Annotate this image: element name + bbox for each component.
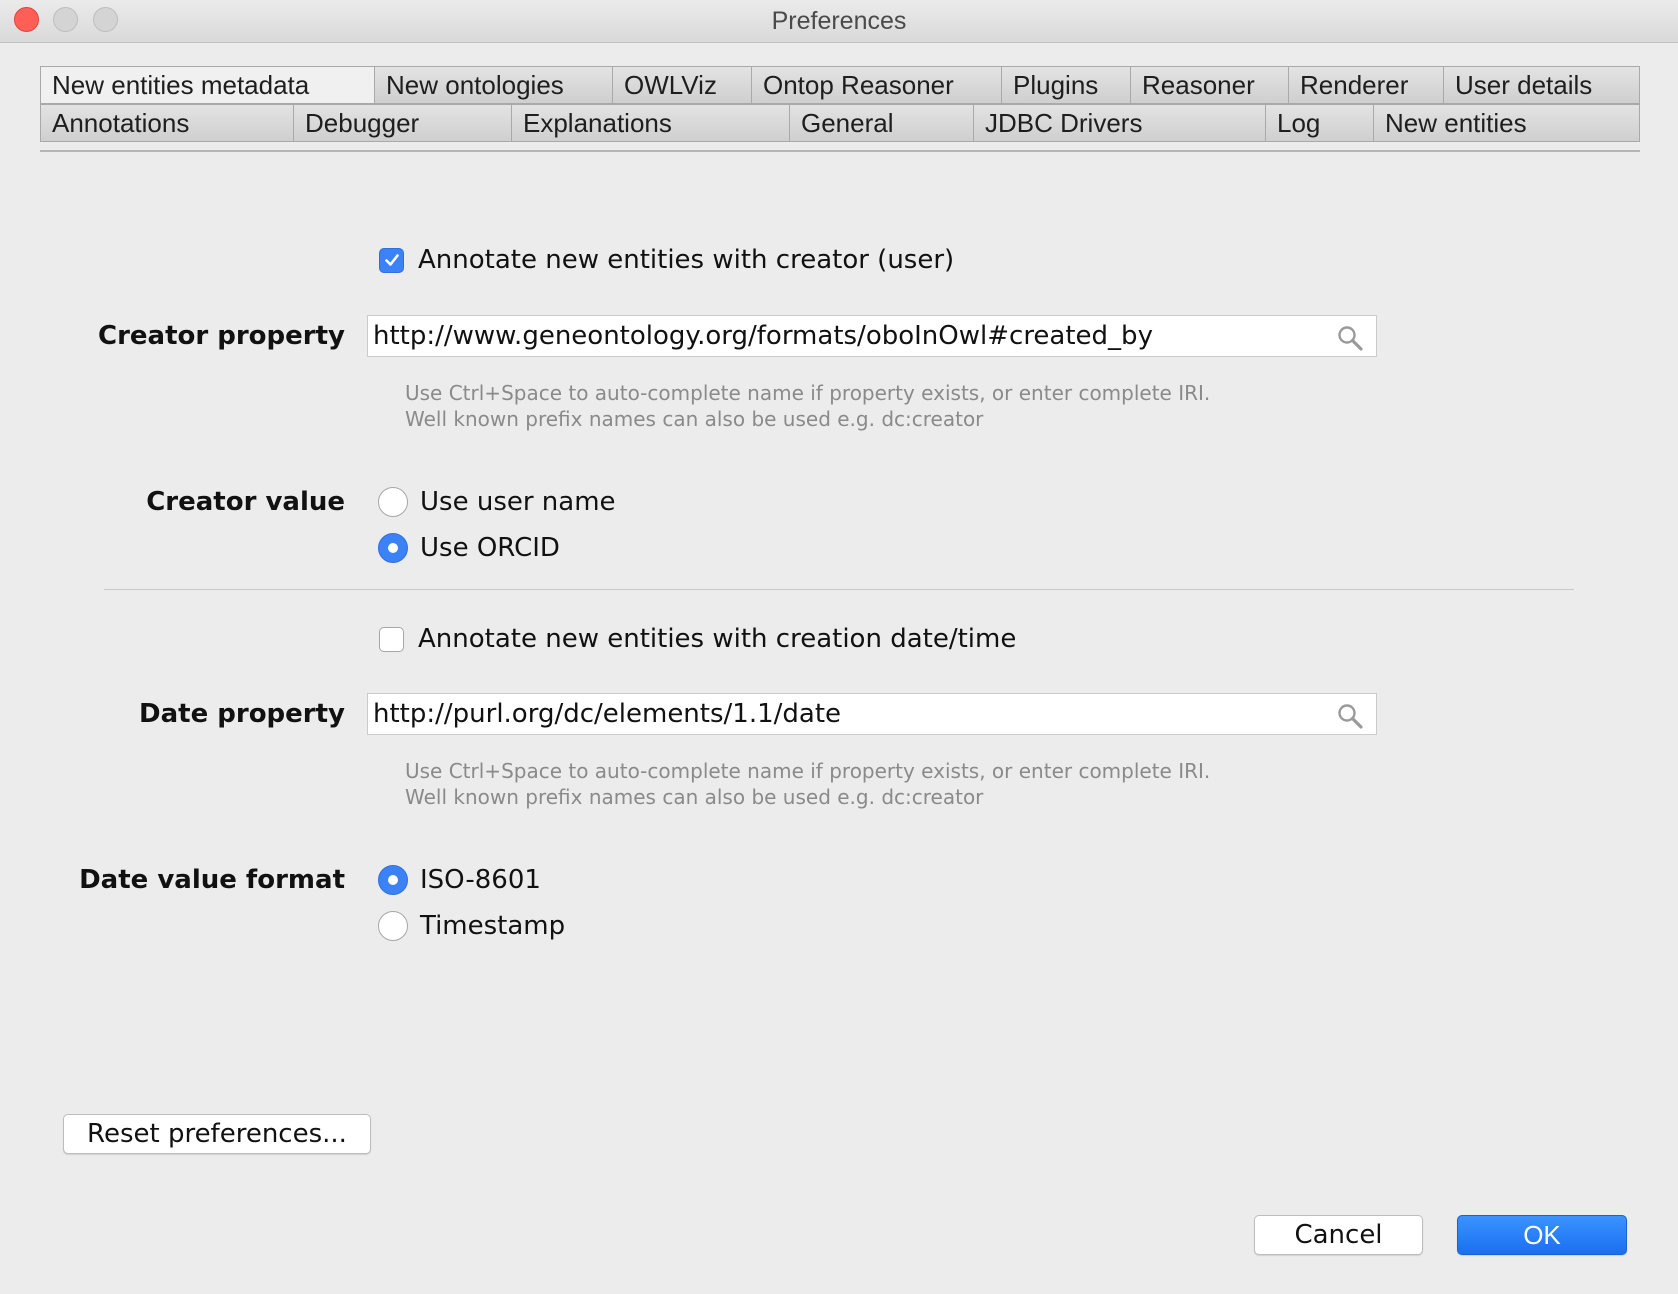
annotate-creator-checkbox[interactable] <box>379 247 404 273</box>
tab-new-ontologies[interactable]: New ontologies <box>375 66 613 104</box>
tab-row-1: New entities metadata New ontologies OWL… <box>40 66 1640 104</box>
annotate-date-row[interactable]: Annotate new entities with creation date… <box>379 619 1016 659</box>
creator-property-input[interactable] <box>373 316 1313 356</box>
reset-preferences-button[interactable]: Reset preferences... <box>63 1114 371 1154</box>
tab-debugger[interactable]: Debugger <box>294 104 512 142</box>
tab-reasoner[interactable]: Reasoner <box>1131 66 1289 104</box>
search-icon[interactable] <box>1336 324 1364 352</box>
tab-general[interactable]: General <box>790 104 974 142</box>
creator-hint-line-2: Well known prefix names can also be used… <box>405 407 984 431</box>
radio-label: Timestamp <box>420 911 566 941</box>
checkmark-icon <box>384 254 399 266</box>
date-property-input[interactable] <box>373 694 1313 734</box>
tab-renderer[interactable]: Renderer <box>1289 66 1444 104</box>
tab-content-border <box>40 150 1640 152</box>
radio-use-orcid[interactable]: Use ORCID <box>378 528 560 568</box>
tab-explanations[interactable]: Explanations <box>512 104 790 142</box>
tab-jdbc-drivers[interactable]: JDBC Drivers <box>974 104 1266 142</box>
radio-iso-8601[interactable]: ISO-8601 <box>378 860 541 900</box>
tab-new-entities[interactable]: New entities <box>1374 104 1640 142</box>
tab-ontop-reasoner[interactable]: Ontop Reasoner <box>752 66 1002 104</box>
radio-timestamp[interactable]: Timestamp <box>378 906 565 946</box>
date-property-label: Date property <box>139 699 345 729</box>
tab-user-details[interactable]: User details <box>1444 66 1640 104</box>
annotate-date-checkbox[interactable] <box>379 626 404 652</box>
creator-property-field[interactable] <box>367 315 1377 357</box>
tab-annotations[interactable]: Annotations <box>40 104 294 142</box>
radio-button[interactable] <box>378 487 408 517</box>
radio-label: ISO-8601 <box>420 865 541 895</box>
radio-button[interactable] <box>378 533 408 563</box>
title-bar: Preferences <box>0 0 1678 43</box>
radio-label: Use user name <box>420 487 616 517</box>
cancel-button[interactable]: Cancel <box>1254 1215 1423 1255</box>
radio-use-user-name[interactable]: Use user name <box>378 482 616 522</box>
section-divider <box>104 589 1574 590</box>
ok-button[interactable]: OK <box>1457 1215 1627 1255</box>
annotate-date-label: Annotate new entities with creation date… <box>418 624 1017 654</box>
window-title: Preferences <box>771 7 907 35</box>
date-hint-line-2: Well known prefix names can also be used… <box>405 785 984 809</box>
radio-button[interactable] <box>378 911 408 941</box>
date-format-label: Date value format <box>79 865 345 895</box>
date-hint-line-1: Use Ctrl+Space to auto-complete name if … <box>405 759 1211 783</box>
creator-property-label: Creator property <box>98 321 345 351</box>
tab-owlviz[interactable]: OWLViz <box>613 66 752 104</box>
annotate-creator-label: Annotate new entities with creator (user… <box>418 245 955 275</box>
radio-button[interactable] <box>378 865 408 895</box>
search-icon[interactable] <box>1336 702 1364 730</box>
annotate-creator-row[interactable]: Annotate new entities with creator (user… <box>379 240 954 280</box>
tab-plugins[interactable]: Plugins <box>1002 66 1131 104</box>
date-property-field[interactable] <box>367 693 1377 735</box>
tab-row-2: Annotations Debugger Explanations Genera… <box>40 104 1640 142</box>
creator-value-label: Creator value <box>146 487 345 517</box>
creator-hint-line-1: Use Ctrl+Space to auto-complete name if … <box>405 381 1211 405</box>
tab-new-entities-metadata[interactable]: New entities metadata <box>40 66 375 104</box>
tab-log[interactable]: Log <box>1266 104 1374 142</box>
radio-label: Use ORCID <box>420 533 560 563</box>
